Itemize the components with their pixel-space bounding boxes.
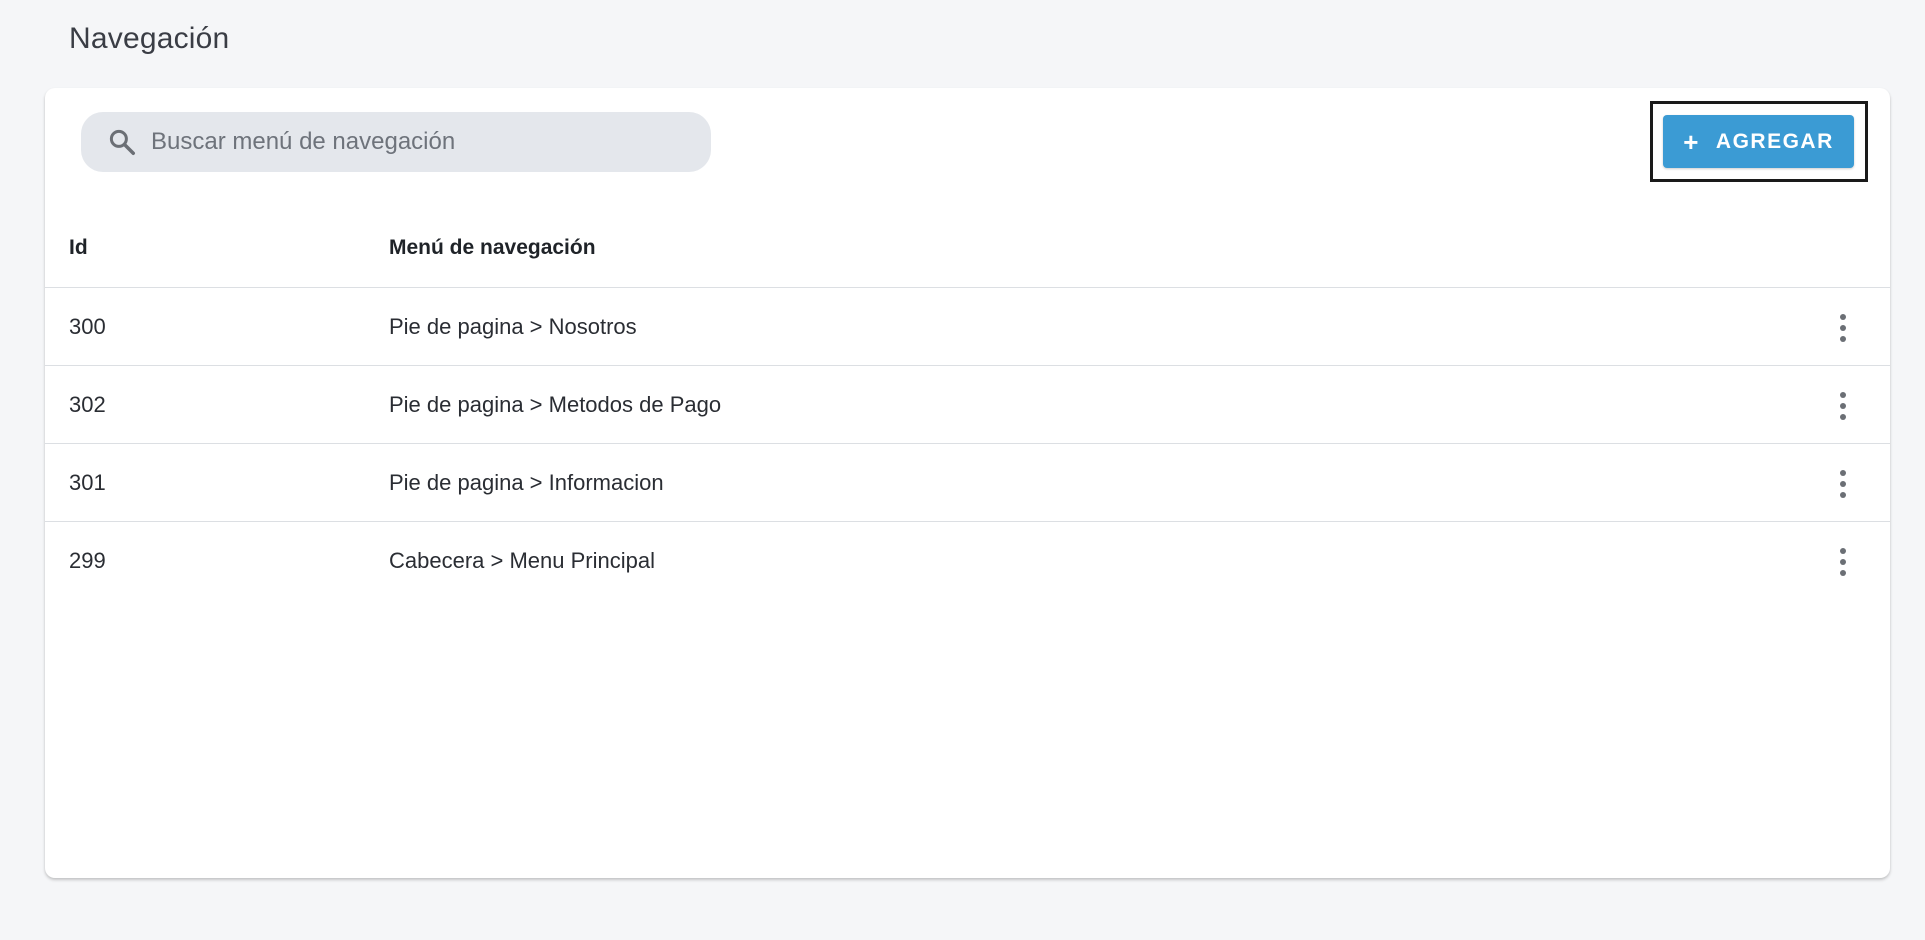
cell-id: 301 (69, 470, 106, 495)
table-row[interactable]: 302 Pie de pagina > Metodos de Pago (45, 366, 1890, 444)
navigation-card: + AGREGAR Id Menú de navegación 300 Pie … (45, 88, 1890, 878)
plus-icon: + (1683, 126, 1700, 157)
more-vertical-icon[interactable] (1835, 392, 1851, 420)
add-button[interactable]: + AGREGAR (1663, 115, 1854, 168)
table-row[interactable]: 301 Pie de pagina > Informacion (45, 444, 1890, 522)
add-button-focus-frame: + AGREGAR (1650, 101, 1868, 182)
table-row[interactable]: 299 Cabecera > Menu Principal (45, 522, 1890, 600)
cell-id: 302 (69, 392, 106, 417)
search-bar[interactable] (81, 112, 711, 172)
cell-id: 300 (69, 314, 106, 339)
table-row[interactable]: 300 Pie de pagina > Nosotros (45, 288, 1890, 366)
search-input[interactable] (151, 112, 691, 172)
column-header-menu[interactable]: Menú de navegación (389, 208, 596, 288)
page-title: Navegación (69, 22, 230, 55)
search-icon (109, 129, 135, 155)
cell-menu: Cabecera > Menu Principal (389, 548, 655, 573)
add-button-label: AGREGAR (1715, 129, 1834, 153)
column-header-id[interactable]: Id (69, 208, 88, 288)
navigation-table: Id Menú de navegación 300 Pie de pagina … (45, 208, 1890, 600)
more-vertical-icon[interactable] (1835, 314, 1851, 342)
more-vertical-icon[interactable] (1835, 470, 1851, 498)
cell-menu: Pie de pagina > Metodos de Pago (389, 392, 722, 417)
cell-menu: Pie de pagina > Informacion (389, 470, 664, 495)
cell-menu: Pie de pagina > Nosotros (389, 314, 637, 339)
table-header: Id Menú de navegación (45, 208, 1890, 288)
cell-id: 299 (69, 548, 106, 573)
more-vertical-icon[interactable] (1835, 548, 1851, 576)
